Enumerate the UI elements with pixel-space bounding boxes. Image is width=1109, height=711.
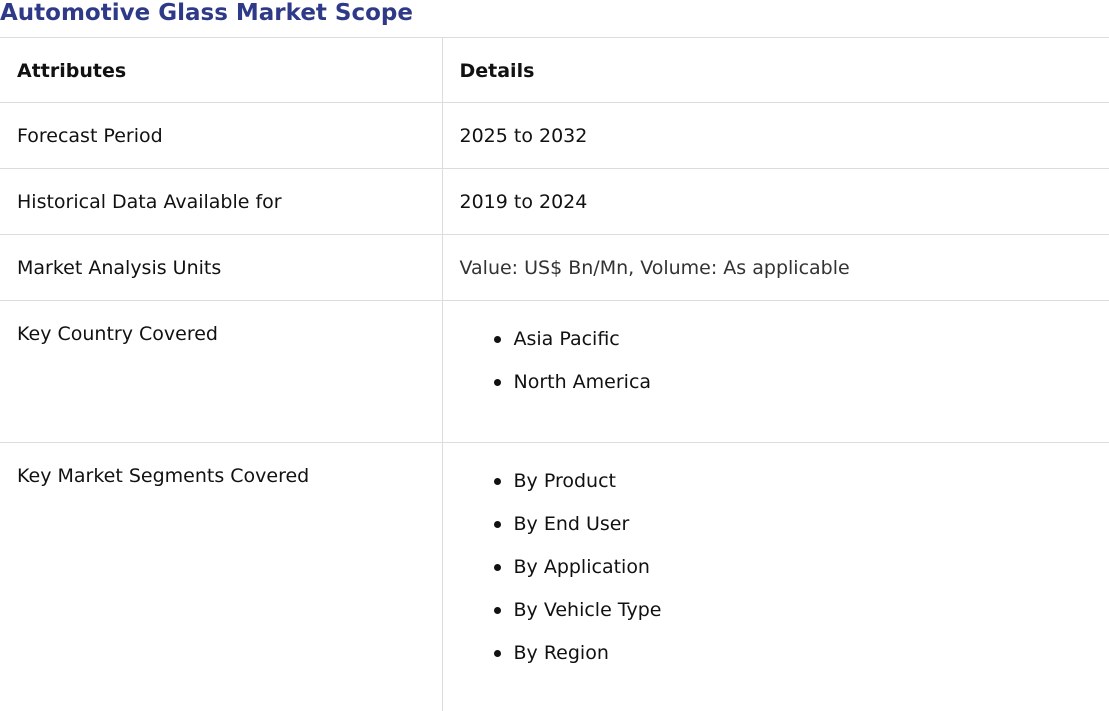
list-item: By Vehicle Type — [493, 593, 1109, 636]
attribute-cell: Market Analysis Units — [0, 234, 443, 301]
list-item: Asia Pacific — [493, 322, 1109, 365]
attribute-cell: Key Country Covered — [0, 300, 443, 443]
table-row-segments: Key Market Segments Covered By Product B… — [0, 442, 1109, 711]
detail-cell: Value: US$ Bn/Mn, Volume: As applicable — [442, 234, 1109, 301]
table-row-country: Key Country Covered Asia Pacific North A… — [0, 300, 1109, 443]
column-header-attributes: Attributes — [0, 37, 443, 103]
column-header-details: Details — [442, 37, 1109, 103]
attribute-cell: Forecast Period — [0, 102, 443, 169]
list-item: By Region — [493, 636, 1109, 679]
market-scope-table: Attributes Details Forecast Period 2025 … — [0, 37, 1109, 711]
table-row: Market Analysis Units Value: US$ Bn/Mn, … — [0, 234, 1109, 301]
list-item: By End User — [493, 507, 1109, 550]
detail-cell: Asia Pacific North America — [442, 300, 1109, 443]
table-row: Historical Data Available for 2019 to 20… — [0, 168, 1109, 235]
country-list: Asia Pacific North America — [460, 322, 1109, 408]
page-title: Automotive Glass Market Scope — [0, 0, 413, 26]
attribute-cell: Historical Data Available for — [0, 168, 443, 235]
detail-cell: By Product By End User By Application By… — [442, 442, 1109, 711]
table-header-row: Attributes Details — [0, 37, 1109, 103]
segment-list: By Product By End User By Application By… — [460, 464, 1109, 679]
list-item: North America — [493, 365, 1109, 408]
list-item: By Product — [493, 464, 1109, 507]
attribute-cell: Key Market Segments Covered — [0, 442, 443, 711]
table-row: Forecast Period 2025 to 2032 — [0, 102, 1109, 169]
detail-cell: 2025 to 2032 — [442, 102, 1109, 169]
detail-cell: 2019 to 2024 — [442, 168, 1109, 235]
list-item: By Application — [493, 550, 1109, 593]
